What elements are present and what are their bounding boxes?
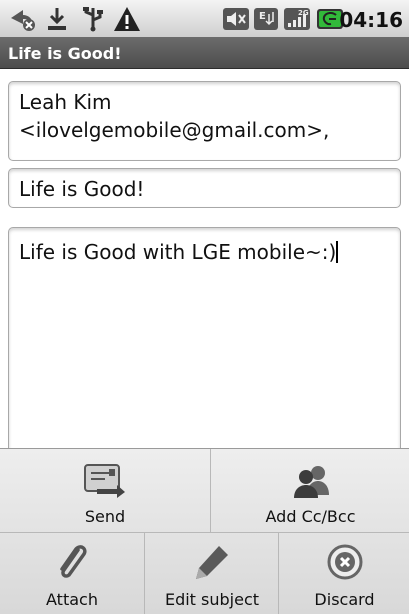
to-field[interactable]: Leah Kim <ilovelgemobile@gmail.com>, xyxy=(8,81,401,161)
edit-subject-button[interactable]: Edit subject xyxy=(146,533,279,614)
pencil-icon xyxy=(192,542,232,586)
text-cursor xyxy=(336,241,339,263)
svg-text:2G: 2G xyxy=(298,9,309,17)
contacts-icon xyxy=(289,463,333,503)
message-body-field[interactable]: Life is Good with LGE mobile~:) xyxy=(8,227,401,457)
attach-label: Attach xyxy=(46,590,98,609)
signal-bars-icon: 2G xyxy=(283,6,311,36)
missed-call-icon xyxy=(9,6,37,36)
subject-field-value: Life is Good! xyxy=(19,177,145,201)
download-icon xyxy=(45,6,69,36)
usb-debug-icon xyxy=(80,6,106,36)
discard-label: Discard xyxy=(314,590,375,609)
mute-icon xyxy=(222,6,250,36)
svg-text:E: E xyxy=(259,11,266,22)
page-title: Life is Good! xyxy=(8,44,122,63)
message-body-value: Life is Good with LGE mobile~:) xyxy=(19,240,337,264)
edge-signal-icon: E xyxy=(253,6,279,36)
options-menu: Send Add Cc/Bcc Attach Edit subject Disc… xyxy=(0,448,409,614)
discard-icon xyxy=(325,542,365,586)
clock: 04:16 xyxy=(339,8,403,32)
paperclip-icon xyxy=(54,542,90,586)
send-icon xyxy=(83,463,127,503)
edit-subject-label: Edit subject xyxy=(164,590,260,609)
warning-icon xyxy=(113,6,141,36)
discard-button[interactable]: Discard xyxy=(280,533,409,614)
send-button[interactable]: Send xyxy=(0,449,211,532)
to-field-value: Leah Kim <ilovelgemobile@gmail.com>, xyxy=(19,90,330,142)
attach-button[interactable]: Attach xyxy=(0,533,145,614)
subject-field[interactable]: Life is Good! xyxy=(8,168,401,208)
add-cc-bcc-label: Add Cc/Bcc xyxy=(265,507,356,526)
send-label: Send xyxy=(84,507,126,526)
add-cc-bcc-button[interactable]: Add Cc/Bcc xyxy=(212,449,409,532)
title-bar: Life is Good! xyxy=(0,37,409,69)
status-bar: E 2G 04:16 xyxy=(0,0,409,37)
